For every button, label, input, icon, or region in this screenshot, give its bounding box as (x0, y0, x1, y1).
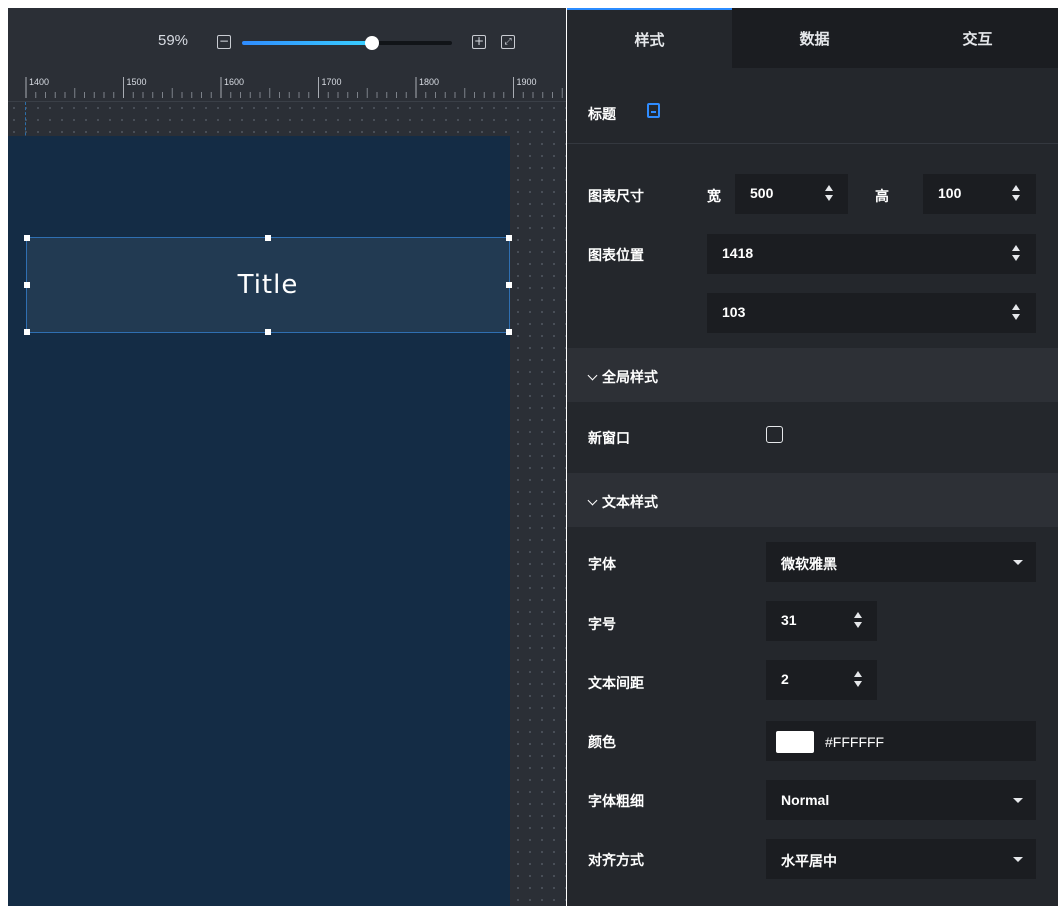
resize-handle-w[interactable] (24, 282, 30, 288)
font-family-value: 微软雅黑 (781, 557, 837, 573)
width-label: 宽 (707, 189, 721, 205)
properties-panel: 样式 数据 交互 标题 图表尺寸 宽 500 高 100 图表位置 1418 1… (567, 8, 1058, 906)
zoom-in-button[interactable]: + (472, 35, 486, 49)
alignment-value: 水平居中 (781, 854, 837, 870)
zoom-out-button[interactable]: − (217, 35, 231, 49)
font-family-label: 字体 (588, 557, 616, 573)
horizontal-ruler: 1400 1500 1600 1700 1800 1900 (8, 68, 566, 102)
width-stepper[interactable]: 500 (735, 174, 848, 214)
alignment-select[interactable]: 水平居中 (766, 839, 1036, 879)
canvas-grid[interactable]: 103 Title (8, 102, 566, 906)
new-window-checkbox[interactable] (766, 426, 783, 443)
global-style-section[interactable]: 全局样式 (567, 348, 1058, 402)
resize-handle-s[interactable] (265, 329, 271, 335)
color-picker[interactable]: #FFFFFF (766, 721, 1036, 761)
height-spin-icon[interactable] (1011, 185, 1021, 203)
letter-spacing-value: 2 (781, 671, 789, 687)
resize-handle-ne[interactable] (506, 235, 512, 241)
font-weight-label: 字体粗细 (588, 794, 644, 810)
ruler-tick-label: 1400 (29, 77, 49, 87)
resize-handle-se[interactable] (506, 329, 512, 335)
font-size-stepper[interactable]: 31 (766, 601, 877, 641)
font-size-label: 字号 (588, 617, 616, 633)
chevron-down-icon (1013, 560, 1023, 565)
position-y-value: 103 (722, 304, 746, 320)
new-window-label: 新窗口 (588, 431, 630, 447)
title-component-text: Title (237, 270, 299, 300)
position-x-stepper[interactable]: 1418 (707, 234, 1036, 274)
color-value: #FFFFFF (825, 734, 885, 750)
ruler-tick-label: 1700 (322, 77, 342, 87)
resize-handle-sw[interactable] (24, 329, 30, 335)
font-family-select[interactable]: 微软雅黑 (766, 542, 1036, 582)
zoom-slider[interactable] (242, 36, 452, 50)
letter-spacing-label: 文本间距 (588, 676, 644, 692)
component-name: 标题 (588, 107, 616, 123)
zoom-toolbar: 59% − + ⤢ (8, 8, 566, 64)
font-weight-value: Normal (781, 792, 830, 808)
ruler-ticks: 1400 1500 1600 1700 1800 1900 (25, 77, 563, 98)
tab-style[interactable]: 样式 (567, 8, 732, 68)
height-stepper[interactable]: 100 (923, 174, 1036, 214)
chevron-down-icon (587, 495, 598, 506)
tab-interaction[interactable]: 交互 (897, 8, 1058, 68)
width-value: 500 (750, 185, 774, 201)
alignment-label: 对齐方式 (588, 853, 644, 869)
letter-spacing-stepper[interactable]: 2 (766, 660, 877, 700)
text-style-section[interactable]: 文本样式 (567, 473, 1058, 527)
title-component[interactable]: Title (24, 235, 512, 335)
resize-handle-nw[interactable] (24, 235, 30, 241)
canvas-editor: 59% − + ⤢ 1400 1500 1600 1700 1800 1900 103 T… (8, 8, 566, 906)
chevron-down-icon (1013, 857, 1023, 862)
position-x-value: 1418 (722, 245, 754, 261)
position-y-spin-icon[interactable] (1011, 304, 1021, 322)
global-style-section-title: 全局样式 (587, 367, 658, 387)
text-style-section-title: 文本样式 (587, 492, 658, 512)
position-x-spin-icon[interactable] (1011, 245, 1021, 263)
zoom-slider-thumb[interactable] (365, 36, 380, 50)
chevron-down-icon (587, 370, 598, 381)
color-label: 颜色 (588, 735, 616, 751)
chart-position-label: 图表位置 (588, 248, 644, 264)
fit-screen-icon[interactable]: ⤢ (501, 35, 515, 49)
font-weight-select[interactable]: Normal (766, 780, 1036, 820)
global-style-label: 全局样式 (602, 370, 658, 386)
font-size-spin-icon[interactable] (853, 612, 863, 630)
resize-handle-e[interactable] (506, 282, 512, 288)
document-icon[interactable] (647, 103, 660, 118)
component-header: 标题 (567, 68, 1058, 144)
height-label: 高 (875, 189, 889, 205)
panel-tabs: 样式 数据 交互 (567, 8, 1058, 68)
ruler-tick-label: 1800 (419, 77, 439, 87)
zoom-slider-fill (242, 41, 373, 45)
zoom-percentage: 59% (158, 32, 189, 49)
chart-size-label: 图表尺寸 (588, 189, 644, 205)
ruler-tick-label: 1600 (224, 77, 244, 87)
width-spin-icon[interactable] (824, 185, 834, 203)
letter-spacing-spin-icon[interactable] (853, 671, 863, 689)
height-value: 100 (938, 185, 962, 201)
chevron-down-icon (1013, 798, 1023, 803)
ruler-tick-label: 1500 (127, 77, 147, 87)
tab-data[interactable]: 数据 (732, 8, 897, 68)
position-y-stepper[interactable]: 103 (707, 293, 1036, 333)
color-swatch[interactable] (776, 731, 814, 753)
font-size-value: 31 (781, 612, 797, 628)
text-style-label: 文本样式 (602, 495, 658, 511)
ruler-tick-label: 1900 (517, 77, 537, 87)
resize-handle-n[interactable] (265, 235, 271, 241)
